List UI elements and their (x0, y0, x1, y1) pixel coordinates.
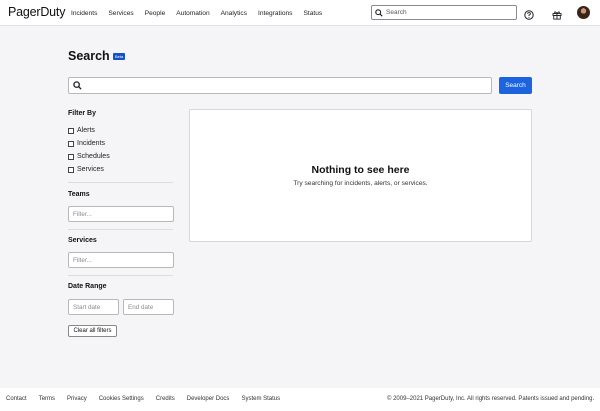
empty-state-title: Nothing to see here (311, 164, 410, 176)
nav-people[interactable]: People (145, 10, 166, 17)
filter-incidents-label: Incidents (77, 140, 106, 147)
nav-incidents[interactable]: Incidents (71, 10, 97, 17)
checkbox[interactable] (68, 153, 74, 160)
empty-state-subtitle: Try searching for incidents, alerts, or … (293, 180, 428, 187)
main-search-box[interactable] (68, 77, 492, 94)
nav-analytics[interactable]: Analytics (221, 10, 247, 17)
footer-credits-link[interactable]: Credits (156, 396, 175, 402)
footer-links: Contact Terms Privacy Cookies Settings C… (6, 396, 292, 402)
checkbox[interactable] (68, 127, 74, 134)
main-nav-links: Incidents Services People Automation Ana… (71, 0, 333, 26)
search-icon (69, 81, 85, 90)
services-heading: Services (68, 237, 97, 244)
copyright-text: © 2009–2021 PagerDuty, Inc. All rights r… (387, 396, 595, 402)
avatar[interactable] (577, 6, 590, 19)
footer-cookies-settings-link[interactable]: Cookies Settings (99, 396, 144, 402)
checkbox[interactable] (68, 166, 74, 173)
pagerduty-logo[interactable]: PagerDuty (8, 5, 65, 19)
global-search-box[interactable] (371, 5, 517, 20)
filter-alerts-checkbox[interactable]: Alerts (68, 127, 95, 134)
nav-status[interactable]: Status (303, 10, 322, 17)
footer-privacy-link[interactable]: Privacy (67, 396, 87, 402)
filter-services-label: Services (77, 166, 104, 173)
page-title: Search (68, 49, 110, 63)
start-date-input[interactable] (68, 299, 119, 315)
footer-contact-link[interactable]: Contact (6, 396, 27, 402)
teams-heading: Teams (68, 191, 90, 198)
teams-filter-input[interactable] (68, 206, 174, 222)
nav-services[interactable]: Services (108, 10, 133, 17)
filter-incidents-checkbox[interactable]: Incidents (68, 140, 105, 147)
checkbox[interactable] (68, 140, 74, 147)
gift-icon[interactable] (552, 7, 562, 25)
results-panel: Nothing to see here Try searching for in… (189, 109, 532, 242)
help-icon[interactable] (524, 7, 534, 25)
divider (68, 275, 173, 276)
divider (68, 182, 173, 183)
beta-badge: Beta (113, 53, 126, 60)
filter-alerts-label: Alerts (77, 127, 95, 134)
footer-system-status-link[interactable]: System Status (241, 396, 280, 402)
global-search-input[interactable] (386, 9, 506, 16)
date-range-heading: Date Range (68, 283, 107, 290)
filter-services-checkbox[interactable]: Services (68, 166, 104, 173)
search-icon (372, 8, 386, 17)
filter-schedules-checkbox[interactable]: Schedules (68, 153, 110, 160)
footer-developer-docs-link[interactable]: Developer Docs (187, 396, 230, 402)
services-filter-input[interactable] (68, 252, 174, 268)
top-navigation: PagerDuty Incidents Services People Auto… (0, 0, 600, 26)
footer-terms-link[interactable]: Terms (39, 396, 55, 402)
nav-integrations[interactable]: Integrations (258, 10, 292, 17)
main-search-input[interactable] (85, 82, 485, 89)
divider (68, 229, 173, 230)
footer: Contact Terms Privacy Cookies Settings C… (0, 388, 600, 411)
end-date-input[interactable] (123, 299, 174, 315)
filter-by-heading: Filter By (68, 110, 97, 117)
filter-schedules-label: Schedules (77, 153, 110, 160)
search-button[interactable]: Search (499, 77, 532, 94)
nav-automation[interactable]: Automation (176, 10, 209, 17)
clear-all-filters-button[interactable]: Clear all filters (68, 325, 117, 337)
